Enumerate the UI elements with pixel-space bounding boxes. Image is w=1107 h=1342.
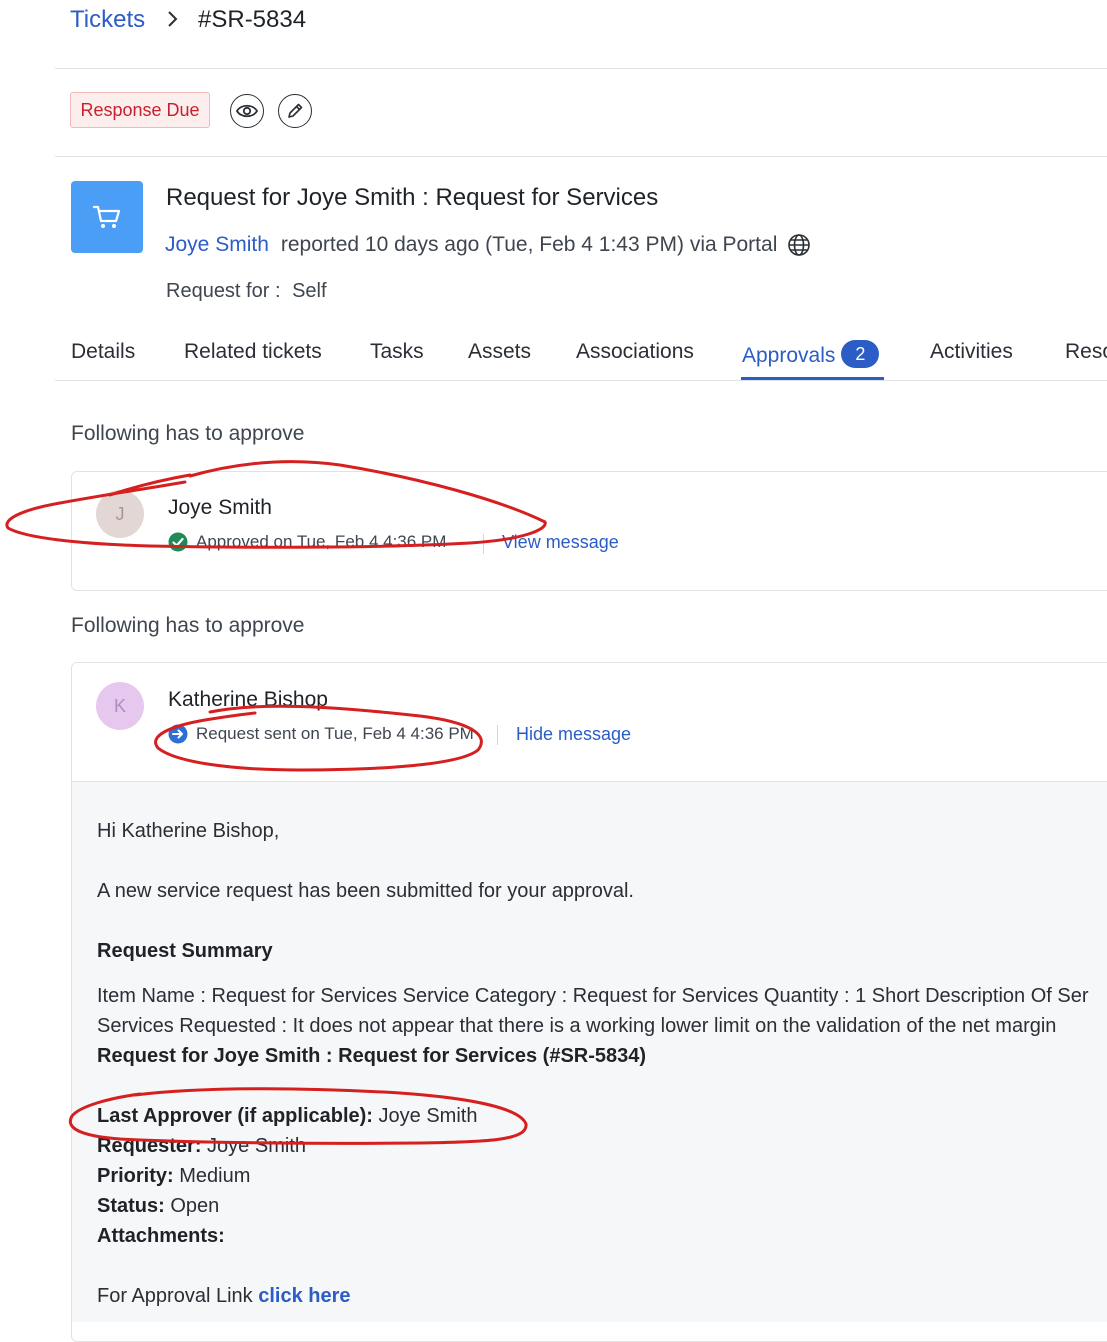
tab-related-tickets[interactable]: Related tickets xyxy=(184,340,322,364)
field-value: Open xyxy=(170,1195,220,1217)
approval-heading-1: Following has to approve xyxy=(71,422,305,445)
message-greeting: Hi Katherine Bishop, xyxy=(97,820,280,842)
message-intro: A new service request has been submitted… xyxy=(97,880,634,902)
separator xyxy=(497,725,498,745)
tab-associations[interactable]: Associations xyxy=(576,340,694,364)
ticket-tabs: Details Related tickets Tasks Assets Ass… xyxy=(0,330,1107,382)
approver-name-2: Katherine Bishop xyxy=(168,688,328,711)
separator xyxy=(483,534,484,554)
approval-status-2: Request sent on Tue, Feb 4 4:36 PM xyxy=(168,724,474,744)
field-label: Priority: xyxy=(97,1165,174,1187)
eye-icon xyxy=(236,104,258,118)
field-attachments: Attachments: xyxy=(97,1225,225,1248)
ticket-reference-text: Request for Joye Smith : Request for Ser… xyxy=(97,1045,647,1067)
tab-tasks[interactable]: Tasks xyxy=(370,340,424,364)
request-for-value: Self xyxy=(292,280,327,302)
ticket-meta: Joye Smith reported 10 days ago (Tue, Fe… xyxy=(165,233,811,257)
edit-button[interactable] xyxy=(278,94,312,128)
approvals-count-badge: 2 xyxy=(841,340,880,368)
header-divider xyxy=(55,68,1107,69)
field-last-approver: Last Approver (if applicable): Joye Smit… xyxy=(97,1105,477,1128)
arrow-right-circle-icon xyxy=(168,724,188,744)
view-message-link[interactable]: View message xyxy=(502,532,619,553)
summary-line-1: Item Name : Request for Services Service… xyxy=(97,985,1089,1007)
approval-heading-2: Following has to approve xyxy=(71,614,305,637)
breadcrumb-current: #SR-5834 xyxy=(198,6,307,33)
approval-status-text-2: Request sent on Tue, Feb 4 4:36 PM xyxy=(196,724,474,743)
approval-status-text-1: Approved on Tue, Feb 4 4:36 PM xyxy=(196,532,447,551)
reported-text: reported 10 days ago (Tue, Feb 4 1:43 PM… xyxy=(280,233,778,256)
summary-heading-text: Request Summary xyxy=(97,940,273,962)
approval-card-1 xyxy=(71,471,1107,591)
tab-approvals-label: Approvals xyxy=(742,344,836,367)
shopping-cart-icon xyxy=(92,205,121,228)
field-priority: Priority: Medium xyxy=(97,1165,250,1188)
field-label: Status: xyxy=(97,1195,165,1217)
request-for: Request for : Self xyxy=(166,280,327,303)
tab-assets[interactable]: Assets xyxy=(468,340,531,364)
avatar: K xyxy=(96,682,144,730)
field-value: Joye Smith xyxy=(207,1135,306,1157)
field-label: Requester: xyxy=(97,1135,202,1157)
ticket-reference: Request for Joye Smith : Request for Ser… xyxy=(97,1045,646,1068)
globe-icon xyxy=(788,234,811,256)
toolbar-divider xyxy=(55,156,1107,157)
pencil-icon xyxy=(288,103,303,118)
tabs-border xyxy=(55,380,1107,381)
hide-message-link[interactable]: Hide message xyxy=(516,724,631,745)
summary-heading: Request Summary xyxy=(97,940,273,963)
approval-status-1: Approved on Tue, Feb 4 4:36 PM xyxy=(168,532,446,552)
tab-approvals[interactable]: Approvals 2 xyxy=(742,340,880,368)
tab-resolution[interactable]: Reso xyxy=(1065,340,1107,364)
service-request-icon xyxy=(71,181,143,253)
tab-activities[interactable]: Activities xyxy=(930,340,1013,364)
active-tab-indicator xyxy=(741,377,884,380)
field-value: Medium xyxy=(179,1165,251,1187)
approval-link-text: For Approval Link xyxy=(97,1285,253,1307)
avatar: J xyxy=(96,490,144,538)
field-label: Attachments: xyxy=(97,1225,225,1247)
request-for-label: Request for : xyxy=(166,280,281,302)
requester-link[interactable]: Joye Smith xyxy=(165,233,269,257)
field-status: Status: Open xyxy=(97,1195,219,1218)
breadcrumb-tickets-link[interactable]: Tickets xyxy=(70,6,145,34)
summary-line-2: Services Requested : It does not appear … xyxy=(97,1015,1057,1037)
field-requester: Requester: Joye Smith xyxy=(97,1135,306,1158)
approval-link[interactable]: click here xyxy=(258,1285,350,1307)
status-badge: Response Due xyxy=(70,92,210,128)
approver-name-1: Joye Smith xyxy=(168,496,272,519)
approval-link-line: For Approval Link click here xyxy=(97,1285,351,1308)
tab-details[interactable]: Details xyxy=(71,340,135,364)
field-label: Last Approver (if applicable): xyxy=(97,1105,373,1127)
check-circle-icon xyxy=(168,532,188,552)
chevron-right-icon xyxy=(168,11,178,27)
watch-button[interactable] xyxy=(230,94,264,128)
ticket-title: Request for Joye Smith : Request for Ser… xyxy=(166,184,659,211)
field-value: Joye Smith xyxy=(378,1105,478,1127)
